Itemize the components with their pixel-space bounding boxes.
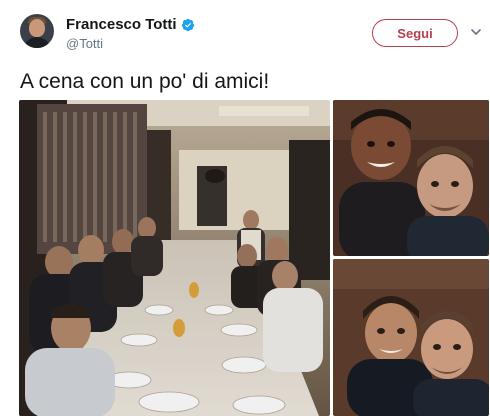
- selfie-illustration-2: [333, 259, 489, 416]
- selfie-illustration-1: [333, 100, 489, 256]
- tweet-header: Francesco Totti @Totti Segui: [0, 0, 490, 62]
- selfie-photo-2[interactable]: [333, 259, 489, 416]
- chevron-down-icon[interactable]: [470, 26, 482, 38]
- author-handle[interactable]: @Totti: [66, 36, 103, 51]
- tweet-media-grid: [19, 100, 489, 416]
- group-dinner-photo[interactable]: [19, 100, 330, 416]
- verified-badge-icon: [181, 18, 194, 31]
- selfie-photo-1[interactable]: [333, 100, 489, 256]
- tweet-text: A cena con un po' di amici!: [20, 70, 270, 93]
- follow-button[interactable]: Segui: [372, 19, 458, 47]
- author-avatar[interactable]: [20, 14, 54, 48]
- group-dinner-illustration: [19, 100, 330, 416]
- author-display-name[interactable]: Francesco Totti: [66, 16, 177, 33]
- author-name-row[interactable]: Francesco Totti: [66, 16, 195, 33]
